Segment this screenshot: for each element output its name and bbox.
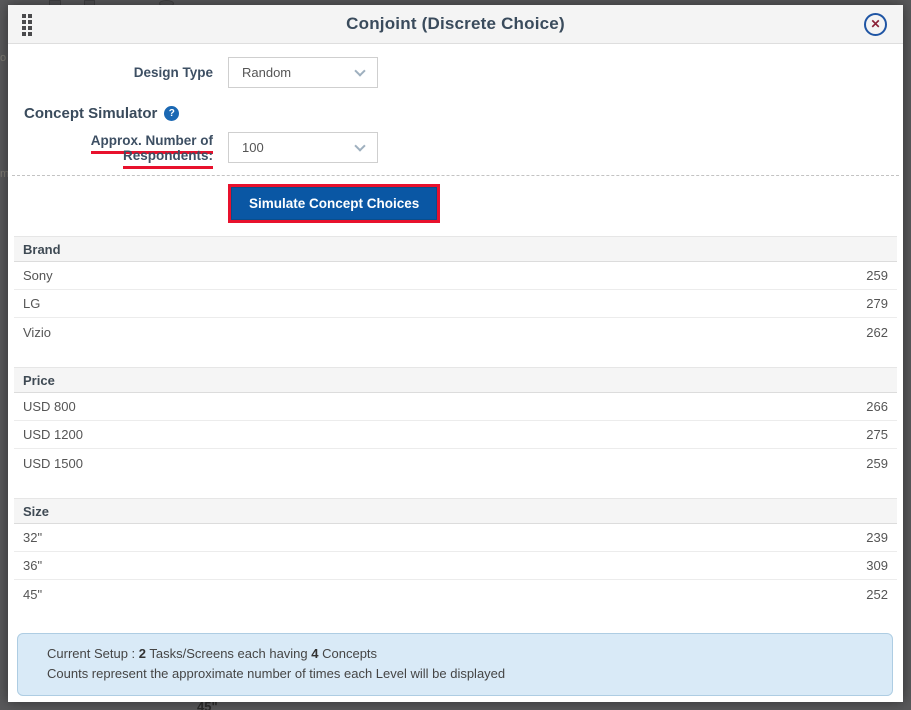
table-row: LG 279 (14, 290, 897, 318)
row-label: USD 800 (23, 399, 76, 414)
row-value: 252 (866, 587, 888, 602)
drag-handle-icon[interactable] (22, 14, 37, 36)
background-fragment: m (0, 168, 8, 180)
brand-table: Brand Sony 259 LG 279 Vizio 262 (14, 236, 897, 346)
respondents-label-wrap: Approx. Number of Respondents: (8, 133, 213, 163)
table-row: Vizio 262 (14, 318, 897, 346)
respondents-dropdown[interactable]: 100 (228, 132, 378, 163)
respondents-value: 100 (242, 140, 264, 155)
table-row: USD 800 266 (14, 393, 897, 421)
price-table: Price USD 800 266 USD 1200 275 USD 1500 … (14, 367, 897, 477)
chevron-down-icon (354, 140, 365, 151)
conjoint-modal: Conjoint (Discrete Choice) ✕ Design Type… (8, 5, 903, 702)
close-button[interactable]: ✕ (864, 13, 887, 36)
design-type-value: Random (242, 65, 291, 80)
modal-title: Conjoint (Discrete Choice) (346, 14, 565, 34)
row-label: LG (23, 296, 40, 311)
annotation-highlight-box: Simulate Concept Choices (228, 184, 440, 223)
help-icon[interactable]: ? (164, 106, 179, 121)
table-header: Price (14, 367, 897, 393)
row-value: 262 (866, 325, 888, 340)
row-value: 309 (866, 558, 888, 573)
table-header: Size (14, 498, 897, 524)
row-label: 45" (23, 587, 42, 602)
section-title: Concept Simulator (24, 105, 157, 122)
current-setup-info-box: Current Setup : 2 Tasks/Screens each hav… (17, 633, 893, 696)
simulate-concept-choices-button[interactable]: Simulate Concept Choices (231, 187, 437, 220)
background-fragment: o (0, 52, 8, 64)
dashed-separator (12, 175, 899, 176)
design-type-dropdown[interactable]: Random (228, 57, 378, 88)
table-row: 45" 252 (14, 580, 897, 608)
table-row: 32" 239 (14, 524, 897, 552)
row-value: 259 (866, 456, 888, 471)
design-type-label: Design Type (8, 65, 213, 80)
row-label: 32" (23, 530, 42, 545)
table-row: USD 1500 259 (14, 449, 897, 477)
size-table: Size 32" 239 36" 309 45" 252 (14, 498, 897, 608)
row-value: 259 (866, 268, 888, 283)
chevron-down-icon (354, 65, 365, 76)
concept-simulator-heading: Concept Simulator ? (24, 105, 903, 122)
respondents-label: Approx. Number of Respondents: (91, 133, 213, 169)
row-label: Sony (23, 268, 53, 283)
info-line-1: Current Setup : 2 Tasks/Screens each hav… (47, 644, 880, 664)
row-label: USD 1200 (23, 427, 83, 442)
respondents-row: Approx. Number of Respondents: 100 (8, 132, 903, 163)
row-value: 266 (866, 399, 888, 414)
row-value: 275 (866, 427, 888, 442)
table-row: Sony 259 (14, 262, 897, 290)
modal-header: Conjoint (Discrete Choice) ✕ (8, 5, 903, 44)
row-label: 36" (23, 558, 42, 573)
table-row: USD 1200 275 (14, 421, 897, 449)
info-line-2: Counts represent the approximate number … (47, 664, 880, 684)
row-label: USD 1500 (23, 456, 83, 471)
design-type-row: Design Type Random (8, 57, 903, 88)
row-label: Vizio (23, 325, 51, 340)
close-icon: ✕ (870, 18, 880, 30)
row-value: 239 (866, 530, 888, 545)
table-header: Brand (14, 236, 897, 262)
row-value: 279 (866, 296, 888, 311)
table-row: 36" 309 (14, 552, 897, 580)
screen: { "modal": { "title": "Conjoint (Discret… (0, 0, 911, 710)
